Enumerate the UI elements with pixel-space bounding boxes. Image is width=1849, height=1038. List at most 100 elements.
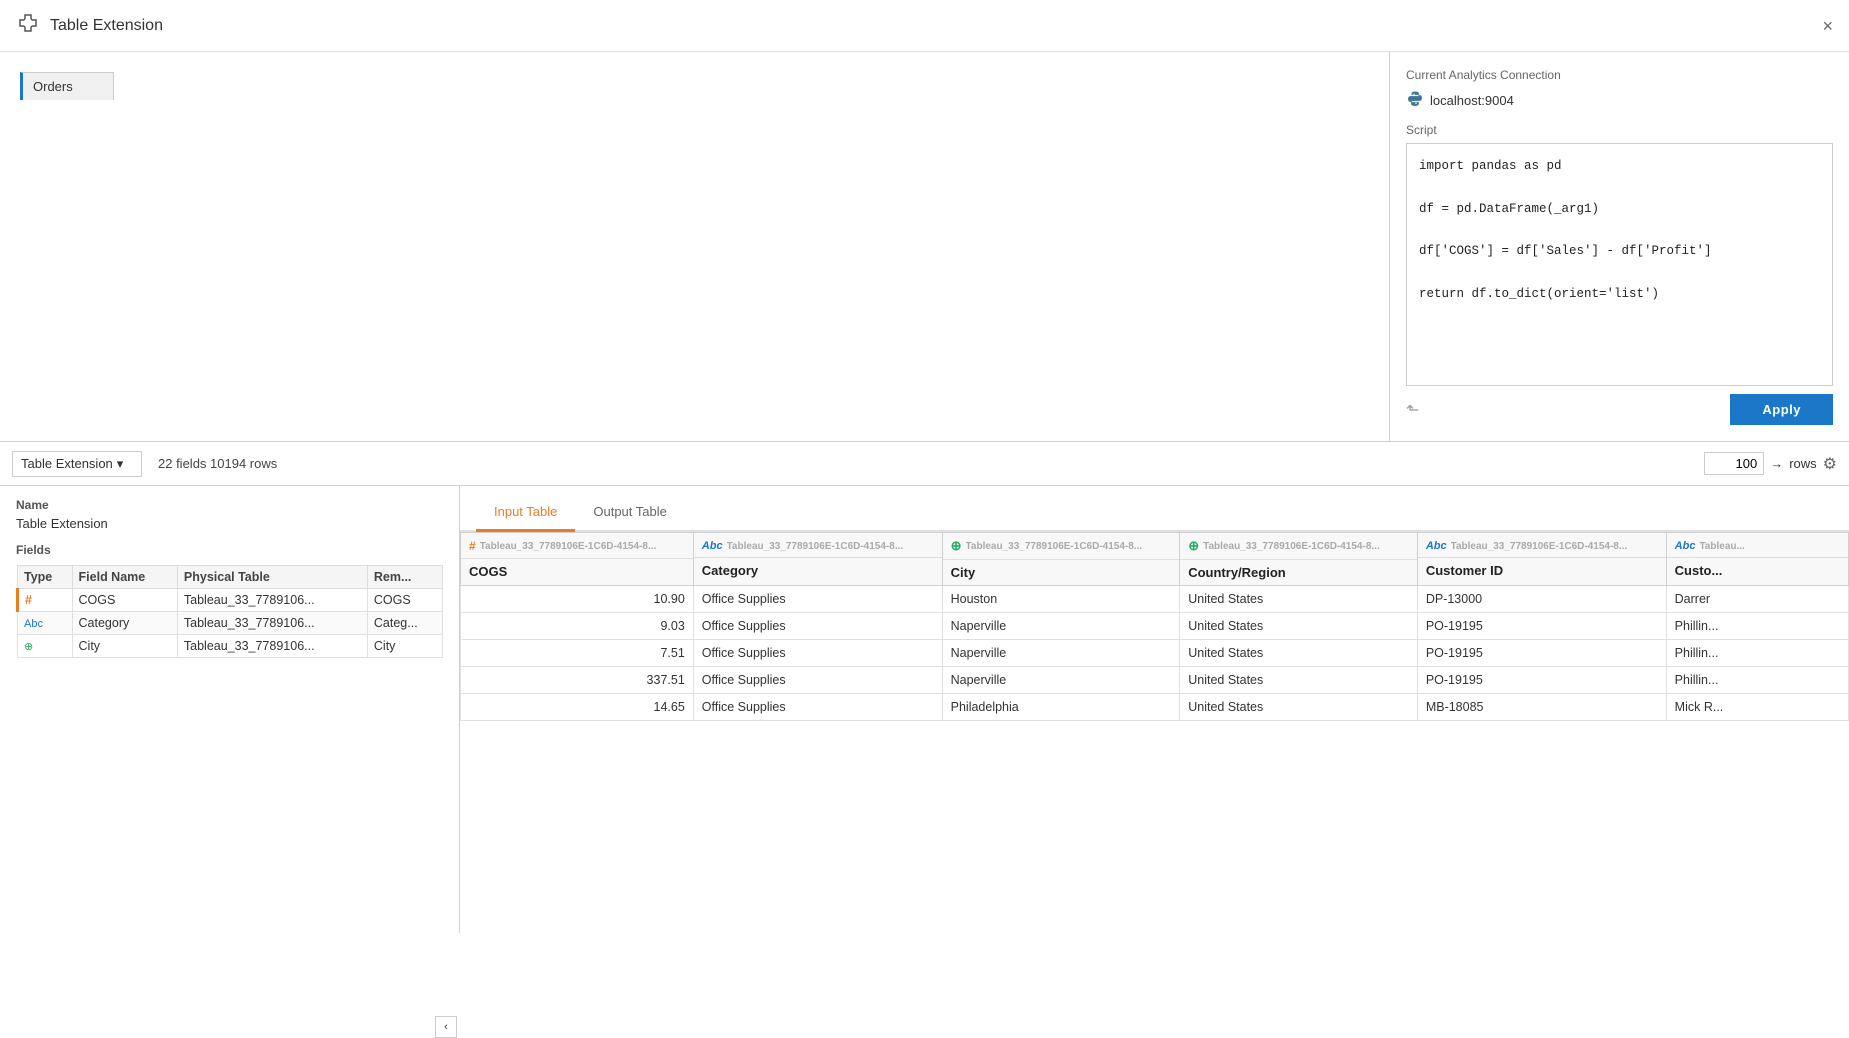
data-table-cell: 7.51: [461, 640, 694, 667]
col-abc-icon: Abc: [1675, 540, 1696, 552]
data-table-cell: 14.65: [461, 694, 694, 721]
col-abc-icon: Abc: [702, 540, 723, 552]
fields-table-row: Abc Category Tableau_33_7789106... Categ…: [18, 612, 443, 635]
bottom-area: ‹ Name Table Extension Fields Type Field…: [0, 486, 1849, 933]
field-rem-cell: City: [367, 635, 442, 658]
data-table-row: 337.51Office SuppliesNapervilleUnited St…: [461, 667, 1849, 694]
title-bar: Table Extension ×: [0, 0, 1849, 52]
field-rem-cell: Categ...: [367, 612, 442, 635]
data-column-header: Abc Tableau... Custo...: [1666, 533, 1848, 586]
right-panel: Current Analytics Connection localhost:9…: [1389, 52, 1849, 441]
data-table-cell: Naperville: [942, 613, 1180, 640]
data-table-cell: Office Supplies: [693, 613, 942, 640]
tabs-bar: Input Table Output Table: [460, 486, 1849, 532]
left-panel: Orders: [0, 52, 1389, 441]
data-column-header: ⊕ Tableau_33_7789106E-1C6D-4154-8... Cou…: [1180, 533, 1418, 586]
fields-info: 22 fields 10194 rows: [158, 456, 1688, 471]
field-physical-cell: Tableau_33_7789106...: [177, 589, 367, 612]
rows-input[interactable]: [1704, 452, 1764, 475]
col-id-text: Tableau_33_7789106E-1C6D-4154-8...: [727, 541, 904, 552]
col-abc-icon: Abc: [1426, 540, 1447, 552]
data-table-cell: Phillin...: [1666, 613, 1848, 640]
fields-title: Fields: [16, 543, 443, 557]
type-abc-icon: Abc: [24, 618, 43, 630]
data-column-header: # Tableau_33_7789106E-1C6D-4154-8... COG…: [461, 533, 694, 586]
col-id-text: Tableau...: [1699, 541, 1744, 552]
fields-table-row: ⊕ City Tableau_33_7789106... City: [18, 635, 443, 658]
sidebar-collapse-button[interactable]: ‹: [435, 1016, 457, 1038]
col-id-text: Tableau_33_7789106E-1C6D-4154-8...: [1451, 541, 1628, 552]
col-type-header: Type: [18, 566, 73, 589]
data-table-cell: United States: [1180, 640, 1418, 667]
data-table-cell: Naperville: [942, 640, 1180, 667]
dropdown-arrow-icon: ▾: [117, 456, 124, 472]
data-table-cell: PO-19195: [1417, 613, 1666, 640]
tab-output-table[interactable]: Output Table: [575, 494, 684, 532]
data-table-cell: Phillin...: [1666, 640, 1848, 667]
field-type-cell: #: [18, 589, 73, 612]
fields-table: Type Field Name Physical Table Rem... # …: [16, 565, 443, 658]
col-globe-icon: ⊕: [951, 538, 962, 554]
arrow-icon: →: [1770, 456, 1783, 471]
data-table-cell: Phillin...: [1666, 667, 1848, 694]
field-name-cell: Category: [72, 612, 177, 635]
data-table-cell: 337.51: [461, 667, 694, 694]
col-id-text: Tableau_33_7789106E-1C6D-4154-8...: [1203, 541, 1380, 552]
field-physical-cell: Tableau_33_7789106...: [177, 612, 367, 635]
col-id-text: Tableau_33_7789106E-1C6D-4154-8...: [966, 541, 1143, 552]
rows-label: rows: [1789, 456, 1816, 471]
data-table-cell: United States: [1180, 667, 1418, 694]
fields-table-header-row: Type Field Name Physical Table Rem...: [18, 566, 443, 589]
script-footer: ⬑ Apply: [1406, 394, 1833, 425]
main-top-area: Orders Current Analytics Connection loca…: [0, 52, 1849, 442]
field-name-cell: COGS: [72, 589, 177, 612]
script-action-icon[interactable]: ⬑: [1406, 400, 1419, 420]
table-ext-label: Table Extension: [21, 456, 113, 471]
type-globe-icon: ⊕: [24, 641, 33, 653]
data-table-cell: DP-13000: [1417, 586, 1666, 613]
data-table-wrap: # Tableau_33_7789106E-1C6D-4154-8... COG…: [460, 532, 1849, 933]
data-table-cell: United States: [1180, 613, 1418, 640]
script-editor[interactable]: import pandas as pd df = pd.DataFrame(_a…: [1406, 143, 1833, 386]
data-table-cell: Office Supplies: [693, 586, 942, 613]
python-icon: [1406, 90, 1424, 111]
data-table-cell: Naperville: [942, 667, 1180, 694]
name-section-title: Name: [16, 498, 443, 512]
col-header-name: COGS: [461, 559, 693, 584]
sidebar-header: Name Table Extension: [0, 486, 459, 543]
field-type-cell: Abc: [18, 612, 73, 635]
col-id-text: Tableau_33_7789106E-1C6D-4154-8...: [480, 541, 657, 552]
data-table-header-row: # Tableau_33_7789106E-1C6D-4154-8... COG…: [461, 533, 1849, 586]
col-header-name: Category: [694, 558, 942, 583]
sidebar-name-value: Table Extension: [16, 516, 443, 531]
orders-tab[interactable]: Orders: [20, 72, 114, 100]
table-extension-select[interactable]: Table Extension ▾: [12, 451, 142, 477]
data-table-cell: United States: [1180, 694, 1418, 721]
type-hash-icon: #: [25, 593, 32, 607]
data-table-cell: Houston: [942, 586, 1180, 613]
close-button[interactable]: ×: [1822, 17, 1833, 35]
data-table-cell: Office Supplies: [693, 640, 942, 667]
field-name-cell: City: [72, 635, 177, 658]
left-sidebar: Name Table Extension Fields Type Field N…: [0, 486, 460, 933]
col-header-name: City: [943, 560, 1180, 585]
fields-table-row: # COGS Tableau_33_7789106... COGS: [18, 589, 443, 612]
data-table-row: 9.03Office SuppliesNapervilleUnited Stat…: [461, 613, 1849, 640]
data-column-header: Abc Tableau_33_7789106E-1C6D-4154-8... C…: [693, 533, 942, 586]
apply-button[interactable]: Apply: [1730, 394, 1833, 425]
data-column-header: ⊕ Tableau_33_7789106E-1C6D-4154-8... Cit…: [942, 533, 1180, 586]
data-table-cell: MB-18085: [1417, 694, 1666, 721]
data-table-cell: Office Supplies: [693, 667, 942, 694]
tab-input-table[interactable]: Input Table: [476, 494, 575, 532]
col-header-name: Country/Region: [1180, 560, 1417, 585]
data-table-cell: 10.90: [461, 586, 694, 613]
connection-text: localhost:9004: [1430, 93, 1514, 108]
puzzle-icon: [16, 12, 40, 39]
field-physical-cell: Tableau_33_7789106...: [177, 635, 367, 658]
fields-section: Fields Type Field Name Physical Table Re…: [0, 543, 459, 658]
col-header-name: Custo...: [1667, 558, 1848, 583]
col-header-name: Customer ID: [1418, 558, 1666, 583]
settings-icon[interactable]: ⚙: [1823, 454, 1837, 474]
field-rem-cell: COGS: [367, 589, 442, 612]
script-label: Script: [1406, 123, 1833, 137]
